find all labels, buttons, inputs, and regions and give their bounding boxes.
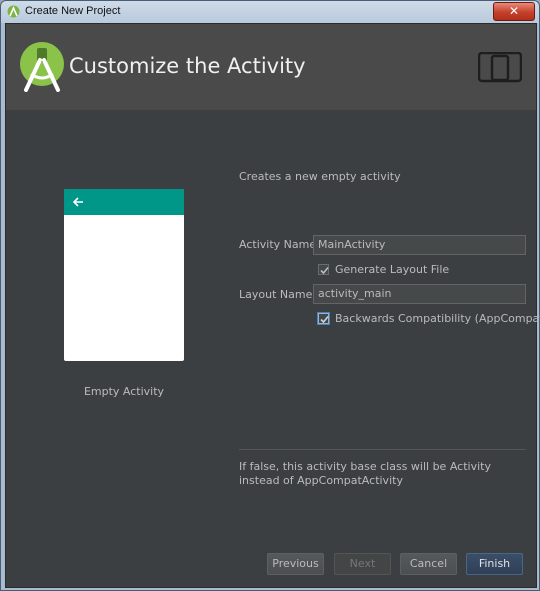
activity-preview [64, 189, 184, 361]
android-studio-logo [20, 42, 64, 92]
activity-name-label: Activity Name: [239, 238, 320, 251]
android-studio-icon [7, 5, 20, 18]
title-bar[interactable]: Create New Project ✕ [1, 1, 539, 23]
header: Customize the Activity [6, 24, 536, 110]
cancel-button[interactable]: Cancel [400, 553, 457, 575]
activity-name-field[interactable]: MainActivity [313, 235, 526, 255]
template-name: Empty Activity [83, 385, 165, 398]
back-arrow-icon [72, 197, 83, 207]
finish-button[interactable]: Finish [466, 553, 523, 575]
previous-button[interactable]: Previous [267, 553, 324, 575]
page-title: Customize the Activity [69, 54, 306, 78]
checkmark-icon [320, 266, 329, 275]
create-project-window: Create New Project ✕ Customize the Activ… [0, 0, 540, 591]
next-button[interactable]: Next [334, 553, 391, 575]
preview-app-bar [64, 189, 184, 215]
template-description: Creates a new empty activity [239, 170, 401, 183]
backwards-compat-checkbox[interactable] [318, 313, 329, 324]
dialog-body: Customize the Activity Empty Activity Cr… [5, 23, 540, 588]
divider [239, 449, 526, 450]
layout-name-field[interactable]: activity_main [313, 284, 526, 304]
checkmark-icon [320, 315, 329, 324]
generate-layout-checkbox[interactable] [318, 264, 329, 275]
generate-layout-label: Generate Layout File [335, 263, 450, 276]
backwards-compat-label: Backwards Compatibility (AppCompat) [335, 312, 540, 325]
help-text: If false, this activity base class will … [239, 460, 491, 487]
window-title: Create New Project [25, 5, 121, 17]
layout-name-label: Layout Name: [239, 288, 317, 301]
close-button[interactable]: ✕ [493, 2, 535, 21]
device-icon [478, 52, 522, 83]
